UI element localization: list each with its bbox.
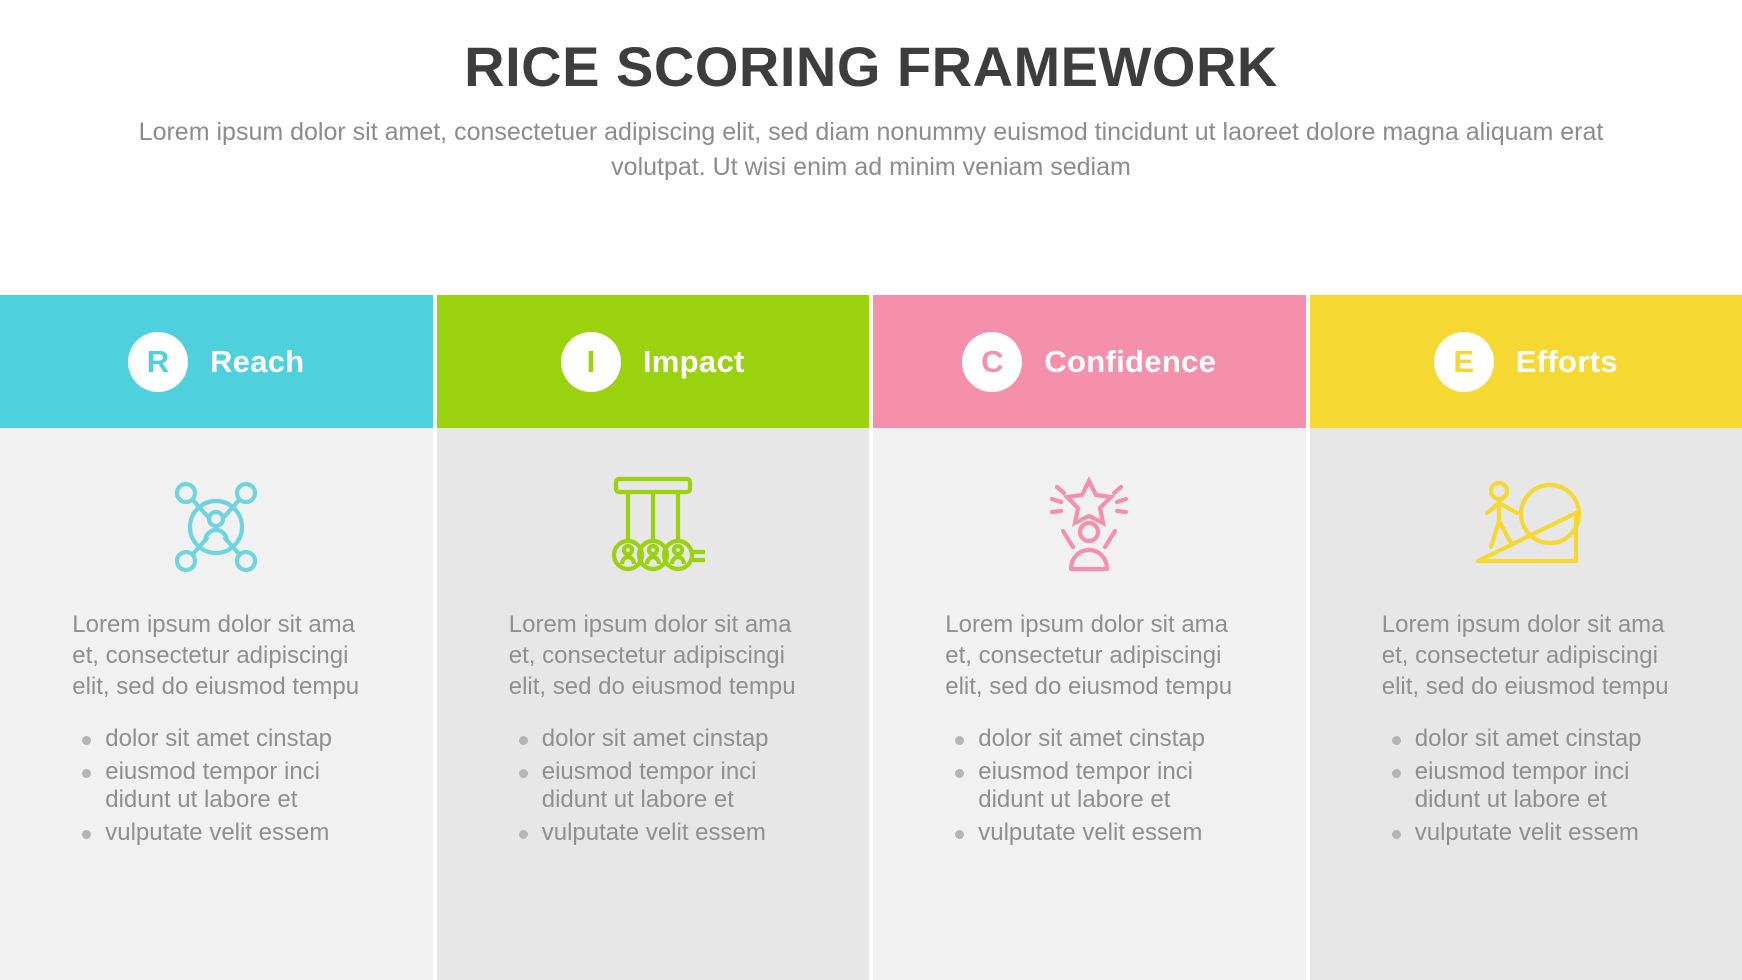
badge-impact: I [560, 331, 621, 392]
list-item: vulputate velit essem [72, 819, 360, 848]
column-efforts[interactable]: E Efforts Lorem ipsum dolor sit ama et, … [1309, 295, 1742, 980]
list-item: eiusmod tempor inci didunt ut labore et [509, 758, 797, 816]
column-description: Lorem ipsum dolor sit ama et, consectetu… [945, 611, 1233, 700]
badge-efforts: E [1433, 331, 1494, 392]
column-title-impact: Impact [642, 343, 745, 379]
column-title-efforts: Efforts [1515, 343, 1618, 379]
badge-letter: C [981, 343, 1004, 379]
list-item: dolor sit amet cinstap [509, 725, 797, 754]
column-body-impact: Lorem ipsum dolor sit ama et, consectetu… [436, 428, 869, 980]
column-impact[interactable]: I Impact Lorem ipsum dolor sit ama et, c… [436, 295, 869, 980]
header: RICE SCORING FRAMEWORK Lorem ipsum dolor… [0, 0, 1742, 186]
page-title: RICE SCORING FRAMEWORK [464, 35, 1278, 98]
column-header-efforts: E Efforts [1309, 295, 1742, 428]
column-description: Lorem ipsum dolor sit ama et, consectetu… [72, 611, 360, 700]
list-item: dolor sit amet cinstap [945, 725, 1233, 754]
network-reach-icon [160, 466, 272, 584]
pushing-boulder-icon [1464, 466, 1588, 584]
column-body-reach: Lorem ipsum dolor sit ama et, consectetu… [0, 428, 433, 980]
column-description: Lorem ipsum dolor sit ama et, consectetu… [508, 611, 796, 700]
column-bullets-efforts: dolor sit amet cinstap eiusmod tempor in… [1382, 725, 1670, 852]
column-body-confidence: Lorem ipsum dolor sit ama et, consectetu… [873, 428, 1306, 980]
list-item: vulputate velit essem [509, 819, 797, 848]
column-body-efforts: Lorem ipsum dolor sit ama et, consectetu… [1309, 428, 1742, 980]
list-item: dolor sit amet cinstap [1382, 725, 1670, 754]
list-item: vulputate velit essem [1382, 819, 1670, 848]
list-item: eiusmod tempor inci didunt ut labore et [72, 758, 360, 816]
list-item: eiusmod tempor inci didunt ut labore et [1382, 758, 1670, 816]
newtons-cradle-icon [594, 466, 712, 584]
list-item: eiusmod tempor inci didunt ut labore et [945, 758, 1233, 816]
column-header-confidence: C Confidence [873, 295, 1306, 428]
list-item: dolor sit amet cinstap [72, 725, 360, 754]
column-header-reach: R Reach [0, 295, 433, 428]
column-confidence[interactable]: C Confidence Lorem ipsum dolor sit ama e… [873, 295, 1306, 980]
person-star-icon [1033, 466, 1145, 584]
column-bullets-impact: dolor sit amet cinstap eiusmod tempor in… [509, 725, 797, 852]
column-bullets-confidence: dolor sit amet cinstap eiusmod tempor in… [945, 725, 1233, 852]
badge-letter: E [1453, 343, 1475, 379]
column-title-reach: Reach [209, 343, 305, 379]
column-description: Lorem ipsum dolor sit ama et, consectetu… [1381, 611, 1669, 700]
page-subtitle: Lorem ipsum dolor sit amet, consectetuer… [138, 117, 1604, 182]
column-title-confidence: Confidence [1044, 343, 1217, 379]
infographic-page: RICE SCORING FRAMEWORK Lorem ipsum dolor… [0, 0, 1742, 980]
list-item: vulputate velit essem [945, 819, 1233, 848]
badge-confidence: C [962, 331, 1023, 392]
column-bullets-reach: dolor sit amet cinstap eiusmod tempor in… [72, 725, 360, 852]
rice-columns: R Reach Lorem ipsum dolor sit ama et, co… [0, 295, 1742, 980]
badge-reach: R [127, 331, 188, 392]
column-header-impact: I Impact [436, 295, 869, 428]
badge-letter: R [146, 343, 170, 379]
badge-letter: I [586, 343, 596, 379]
column-reach[interactable]: R Reach Lorem ipsum dolor sit ama et, co… [0, 295, 433, 980]
